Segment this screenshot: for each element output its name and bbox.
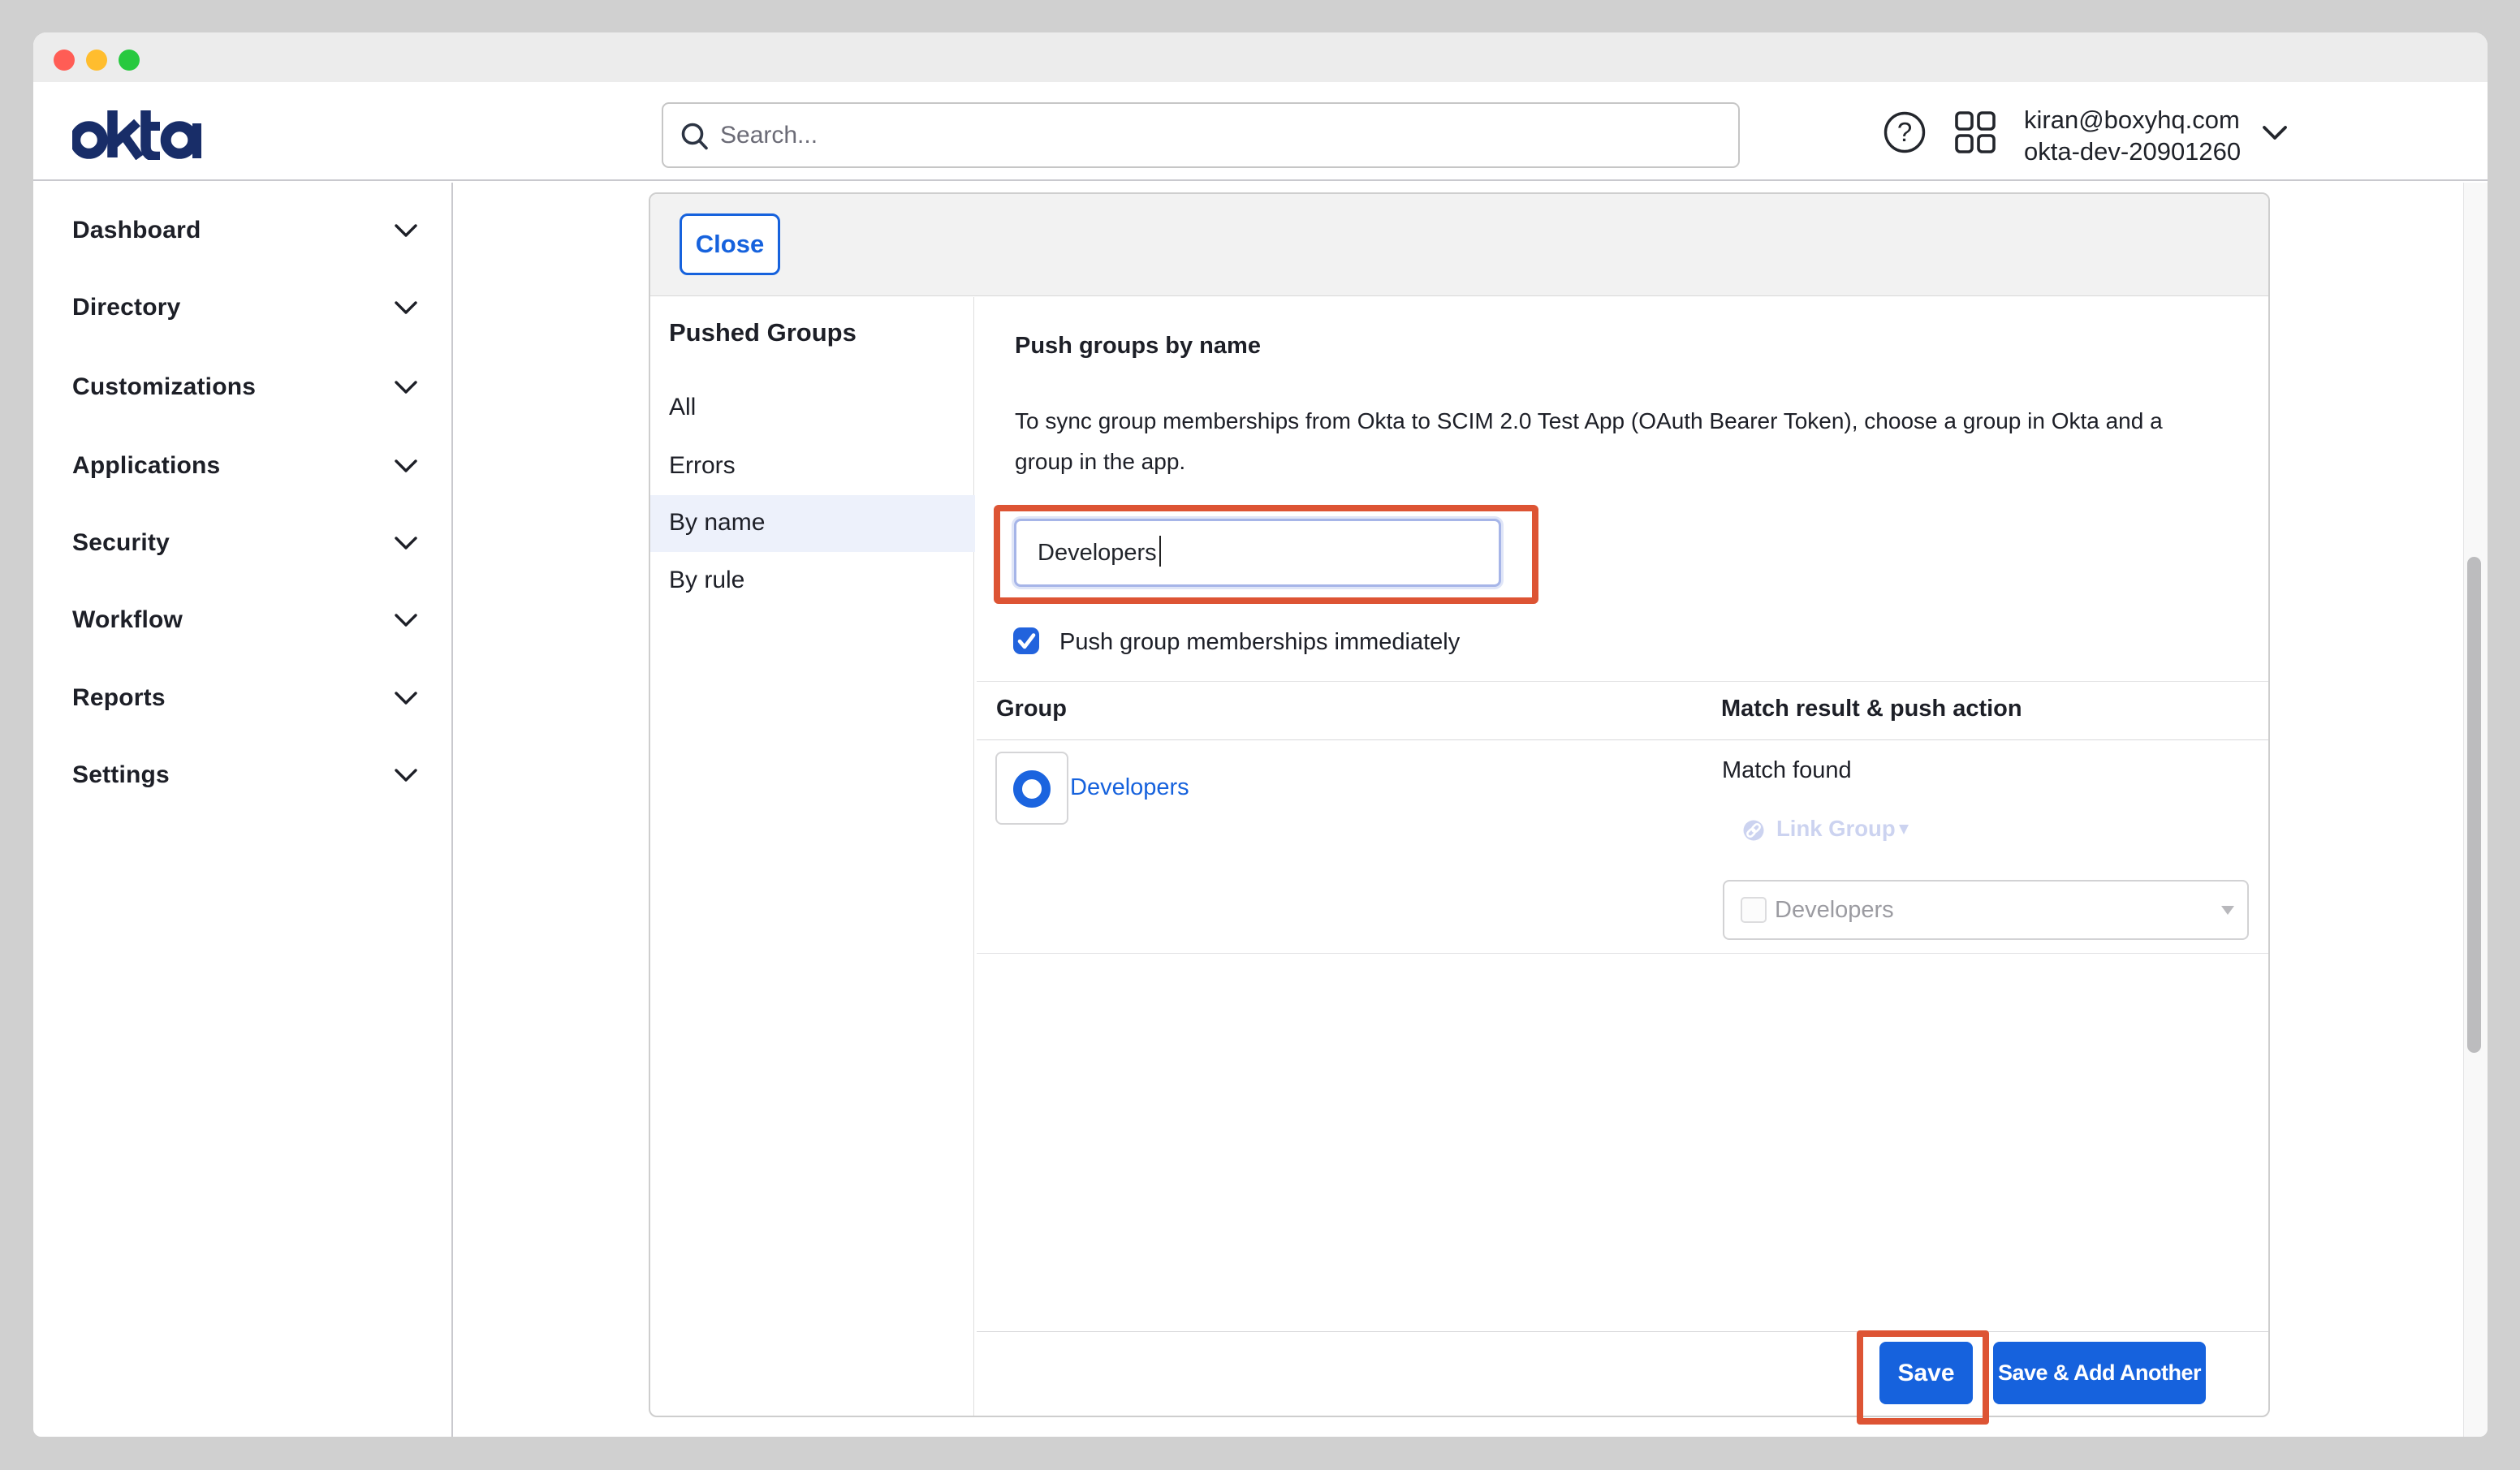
svg-text:?: ? xyxy=(1897,117,1912,147)
